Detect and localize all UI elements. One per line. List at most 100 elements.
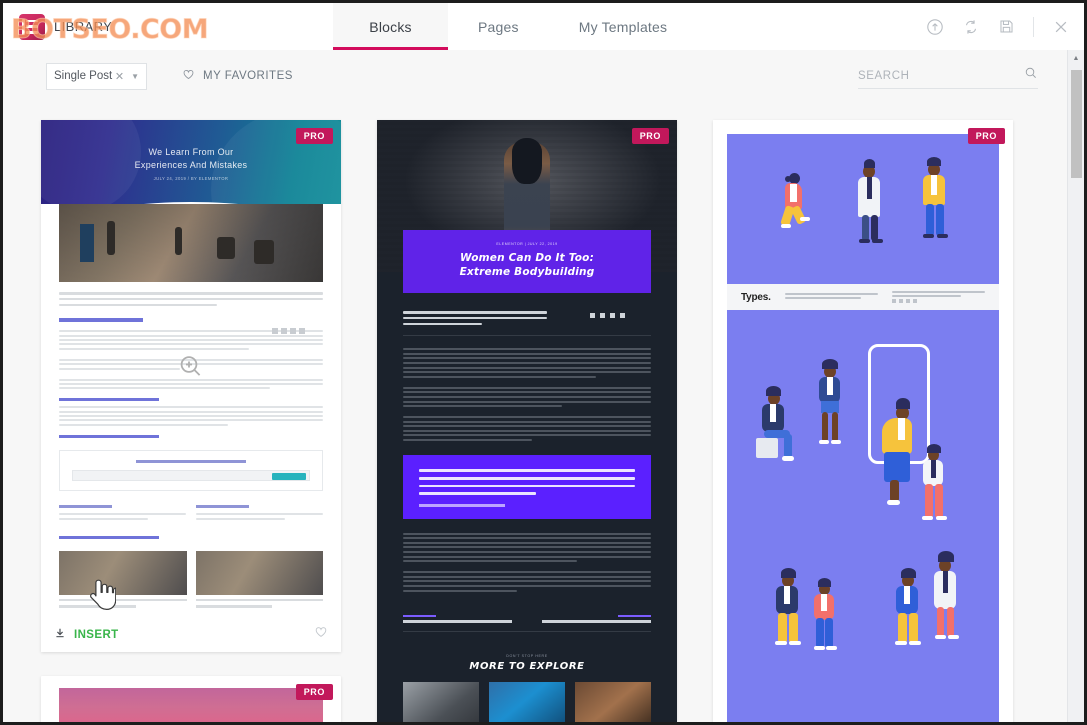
caret-up-icon[interactable]: ▲ (1068, 50, 1084, 67)
insert-label: INSERT (74, 628, 119, 641)
hero-title: We Learn From Our Experiences And Mistak… (41, 146, 341, 172)
post-title-line2: Extreme Bodybuilding (459, 266, 595, 278)
hero-meta: JULY 24, 2019 / BY ELEMENTOR (153, 176, 229, 181)
grid-column-2: PRO ELEMENTOR | JULY 22, 2019 Women Can … (359, 120, 695, 722)
twitter-icon[interactable] (898, 298, 903, 303)
heart-icon (182, 68, 195, 84)
featured-image (59, 204, 323, 282)
my-favorites-label: MY FAVORITES (203, 70, 293, 82)
tab-blocks-label: Blocks (369, 18, 412, 35)
card-footer: INSERT (41, 617, 341, 652)
template-thumbnail[interactable]: PRO (41, 676, 341, 722)
strip-label: Types. (741, 291, 771, 303)
modal-header: LIBRARY BOTSEO.COM Blocks Pages My Templ… (3, 3, 1084, 50)
template-thumbnail[interactable]: PRO We Learn From Our Experiences And Mi… (41, 120, 341, 618)
search-input[interactable] (858, 69, 1024, 82)
newsletter-input[interactable] (72, 470, 310, 482)
illustration-panel-top (727, 134, 999, 284)
section-subheading (59, 318, 144, 323)
favorite-heart-icon[interactable] (314, 625, 328, 644)
close-icon[interactable] (1052, 18, 1070, 36)
related-post-1[interactable] (59, 551, 187, 608)
twitter-icon[interactable] (610, 313, 615, 318)
related-label (59, 536, 160, 540)
sync-icon[interactable] (962, 18, 980, 36)
post-title-line1: Women Can Do It Too: (460, 252, 594, 264)
templates-grid-container[interactable]: PRO We Learn From Our Experiences And Mi… (3, 102, 1084, 722)
previous-post-link[interactable] (403, 614, 513, 623)
title-banner: ELEMENTOR | JULY 22, 2019 Women Can Do I… (403, 230, 651, 293)
hero-title-line2: Experiences And Mistakes (134, 160, 248, 170)
tab-my-templates[interactable]: My Templates (549, 3, 698, 50)
instagram-icon[interactable] (600, 313, 605, 318)
two-column-section (59, 505, 323, 522)
category-filter-select[interactable]: Single Post ✕ ▼ (46, 62, 147, 90)
tab-blocks[interactable]: Blocks (333, 3, 448, 50)
related-post-3[interactable] (575, 681, 651, 722)
instagram-icon[interactable] (281, 328, 287, 335)
twitter-icon[interactable] (290, 328, 296, 335)
library-logo: LIBRARY BOTSEO.COM (3, 3, 333, 50)
template-thumbnail[interactable]: PRO ELEMENTOR | JULY 22, 2019 Women Can … (377, 120, 677, 722)
search-box (858, 63, 1038, 89)
newsletter-box (59, 449, 323, 492)
facebook-icon[interactable] (891, 298, 896, 303)
newsletter-title (136, 459, 246, 464)
insert-button[interactable]: INSERT (54, 626, 119, 644)
vertical-scrollbar[interactable]: ▲ (1067, 50, 1084, 722)
scrollbar-thumb[interactable] (1071, 70, 1082, 178)
related-post-2[interactable] (195, 551, 323, 608)
search-icon[interactable] (1024, 66, 1038, 85)
paragraph-4 (403, 532, 651, 563)
close-small-icon[interactable]: ✕ (115, 70, 124, 83)
template-card-types-illustrations[interactable]: PRO Types. (713, 120, 1013, 722)
linkedin-icon[interactable] (299, 328, 305, 335)
strip-description (784, 293, 878, 301)
facebook-icon[interactable] (590, 313, 595, 318)
pinterest-icon[interactable] (905, 298, 910, 303)
floppy-disk-icon[interactable] (998, 18, 1015, 35)
paragraph-5 (403, 571, 651, 592)
paragraph-2 (403, 386, 651, 408)
hero-title-line1: We Learn From Our (148, 147, 234, 157)
header-actions (926, 16, 1084, 37)
related-post-1[interactable] (403, 681, 479, 722)
social-icons (272, 328, 305, 335)
modal-tabs: Blocks Pages My Templates (333, 3, 697, 50)
lead-paragraph (403, 311, 547, 326)
library-title: LIBRARY (54, 19, 113, 34)
template-card-sunset-landscape[interactable]: PRO (41, 675, 341, 722)
grid-column-1: PRO We Learn From Our Experiences And Mi… (23, 120, 359, 722)
next-post-link[interactable] (541, 614, 651, 623)
illustration-panel-bottom (727, 310, 999, 722)
tab-pages[interactable]: Pages (448, 3, 549, 50)
card-body: DON'T STOP HERE MORE TO EXPLORE (377, 293, 677, 682)
featured-image (59, 687, 323, 722)
linkedin-icon[interactable] (620, 313, 625, 318)
category-filter-label: Single Post (54, 70, 113, 82)
pro-badge: PRO (631, 128, 669, 144)
facebook-icon[interactable] (272, 328, 278, 335)
card-body (41, 204, 341, 618)
related-posts (59, 551, 323, 608)
pro-badge: PRO (295, 683, 333, 700)
related-post-2[interactable] (489, 681, 565, 722)
template-thumbnail[interactable]: PRO (713, 120, 1013, 722)
grid-column-3: PRO Types. (695, 120, 1031, 722)
my-favorites-filter[interactable]: MY FAVORITES (182, 68, 293, 84)
tab-my-templates-label: My Templates (578, 18, 668, 35)
column-left (59, 505, 186, 522)
paragraph-4 (59, 398, 323, 426)
elementor-library-modal: LIBRARY BOTSEO.COM Blocks Pages My Templ… (0, 0, 1087, 725)
upload-circle-icon[interactable] (926, 18, 944, 36)
template-card-women-can-do-it-too[interactable]: PRO ELEMENTOR | JULY 22, 2019 Women Can … (377, 120, 677, 722)
zoom-in-icon[interactable] (178, 353, 204, 384)
more-eyebrow: DON'T STOP HERE (506, 653, 548, 658)
instagram-icon[interactable] (912, 298, 917, 303)
elementor-logo-icon (19, 13, 45, 40)
template-card-learn-from-experiences[interactable]: PRO We Learn From Our Experiences And Mi… (41, 120, 341, 652)
paragraph-3 (403, 416, 651, 442)
download-icon (54, 626, 66, 644)
pro-badge: PRO (967, 128, 1005, 144)
column-right (196, 505, 323, 522)
